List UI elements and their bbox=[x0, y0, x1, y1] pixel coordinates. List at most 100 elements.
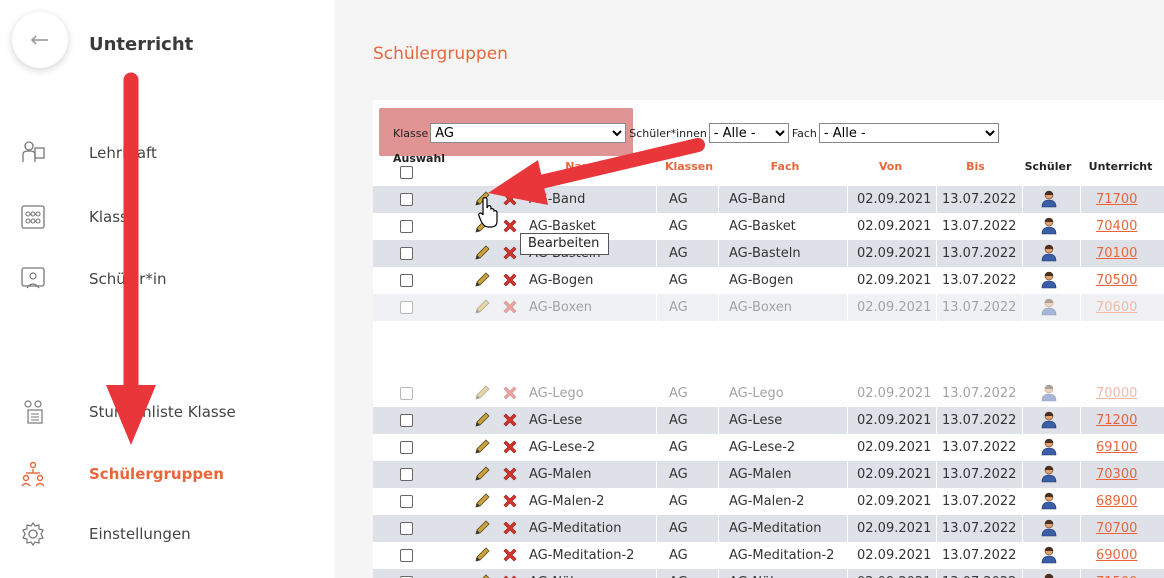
row-checkbox[interactable] bbox=[400, 301, 413, 314]
delete-x-icon[interactable] bbox=[501, 190, 519, 208]
sidebar-item-schuelergruppen[interactable]: Schülergruppen bbox=[0, 454, 335, 494]
row-checkbox[interactable] bbox=[400, 414, 413, 427]
row-checkbox[interactable] bbox=[400, 468, 413, 481]
edit-pencil-icon[interactable] bbox=[473, 519, 491, 537]
cell-unterricht-link[interactable]: 71700 bbox=[1096, 186, 1137, 213]
student-user-icon[interactable] bbox=[1040, 465, 1058, 483]
header-fach[interactable]: Fach bbox=[725, 160, 845, 173]
cell-unterricht-link[interactable]: 71200 bbox=[1096, 407, 1137, 434]
cell-klassen: AG bbox=[669, 440, 688, 455]
edit-pencil-icon[interactable] bbox=[473, 492, 491, 510]
edit-pencil-icon[interactable] bbox=[473, 298, 491, 316]
column-separator bbox=[847, 407, 848, 434]
back-button[interactable] bbox=[12, 12, 68, 68]
student-user-icon[interactable] bbox=[1040, 244, 1058, 262]
cell-unterricht-link[interactable]: 70700 bbox=[1096, 515, 1137, 542]
cell-klassen: AG bbox=[669, 467, 688, 482]
column-separator bbox=[1080, 461, 1081, 488]
delete-x-icon[interactable] bbox=[501, 244, 519, 262]
table-row: AG-Band AG AG-Band 02.09.2021 13.07.2022 7170… bbox=[373, 186, 1164, 213]
column-separator bbox=[718, 380, 719, 407]
delete-x-icon[interactable] bbox=[501, 465, 519, 483]
cell-unterricht-link[interactable]: 69000 bbox=[1096, 542, 1137, 569]
column-separator bbox=[847, 461, 848, 488]
fach-select[interactable]: - Alle - bbox=[818, 123, 999, 143]
edit-pencil-icon[interactable] bbox=[473, 384, 491, 402]
student-user-icon[interactable] bbox=[1040, 384, 1058, 402]
row-checkbox[interactable] bbox=[400, 220, 413, 233]
student-user-icon[interactable] bbox=[1040, 573, 1058, 578]
cell-unterricht-link[interactable]: 68900 bbox=[1096, 488, 1137, 515]
row-checkbox[interactable] bbox=[400, 274, 413, 287]
edit-pencil-icon[interactable] bbox=[473, 465, 491, 483]
row-checkbox[interactable] bbox=[400, 549, 413, 562]
cell-unterricht-link[interactable]: 70300 bbox=[1096, 461, 1137, 488]
schueler-select[interactable]: - Alle - bbox=[708, 123, 789, 143]
delete-x-icon[interactable] bbox=[501, 519, 519, 537]
row-checkbox[interactable] bbox=[400, 387, 413, 400]
edit-pencil-icon[interactable] bbox=[473, 438, 491, 456]
header-name[interactable]: Name bbox=[523, 160, 643, 173]
cell-von: 02.09.2021 bbox=[857, 192, 932, 207]
cell-klassen: AG bbox=[669, 386, 688, 401]
sidebar-item-stundenliste-klasse[interactable]: Stundenliste Klasse bbox=[0, 392, 335, 432]
row-checkbox[interactable] bbox=[400, 441, 413, 454]
cell-bis: 13.07.2022 bbox=[942, 219, 1017, 234]
sidebar-item-klasse[interactable]: Klasse bbox=[0, 197, 335, 237]
header-von[interactable]: Von bbox=[848, 160, 933, 173]
student-user-icon[interactable] bbox=[1040, 411, 1058, 429]
edit-pencil-icon[interactable] bbox=[473, 271, 491, 289]
row-checkbox[interactable] bbox=[400, 193, 413, 206]
cell-unterricht-link[interactable]: 70500 bbox=[1096, 267, 1137, 294]
sidebar-item-label: Klasse bbox=[89, 208, 138, 226]
column-separator bbox=[718, 294, 719, 321]
sidebar-item-schuelerin[interactable]: Schüler*in bbox=[0, 259, 335, 299]
column-separator bbox=[1080, 569, 1081, 578]
filter-bar: Klasse AG Schüler*innen - Alle - Fach - … bbox=[393, 122, 1002, 144]
delete-x-icon[interactable] bbox=[501, 217, 519, 235]
row-checkbox[interactable] bbox=[400, 495, 413, 508]
student-user-icon[interactable] bbox=[1040, 546, 1058, 564]
student-user-icon[interactable] bbox=[1040, 271, 1058, 289]
row-checkbox[interactable] bbox=[400, 247, 413, 260]
cell-unterricht-link[interactable]: 71500 bbox=[1096, 569, 1137, 578]
edit-pencil-icon[interactable] bbox=[473, 411, 491, 429]
cell-unterricht-link[interactable]: 70400 bbox=[1096, 213, 1137, 240]
delete-x-icon[interactable] bbox=[501, 546, 519, 564]
student-user-icon[interactable] bbox=[1040, 190, 1058, 208]
header-klassen[interactable]: Klassen bbox=[659, 160, 719, 173]
cell-unterricht-link[interactable]: 70000 bbox=[1096, 380, 1137, 407]
cell-bis: 13.07.2022 bbox=[942, 300, 1017, 315]
student-user-icon[interactable] bbox=[1040, 519, 1058, 537]
edit-pencil-icon[interactable] bbox=[473, 217, 491, 235]
student-user-icon[interactable] bbox=[1040, 438, 1058, 456]
cell-fach: AG-Meditation-2 bbox=[729, 548, 835, 563]
edit-pencil-icon[interactable] bbox=[473, 573, 491, 578]
cell-unterricht-link[interactable]: 70600 bbox=[1096, 294, 1137, 321]
delete-x-icon[interactable] bbox=[501, 384, 519, 402]
select-all-checkbox[interactable] bbox=[400, 166, 413, 179]
student-user-icon[interactable] bbox=[1040, 492, 1058, 510]
delete-x-icon[interactable] bbox=[501, 298, 519, 316]
sidebar-item-lehrkraft[interactable]: Lehrkraft bbox=[0, 133, 335, 173]
klasse-select[interactable]: AG bbox=[430, 123, 627, 143]
edit-pencil-icon[interactable] bbox=[473, 546, 491, 564]
student-user-icon[interactable] bbox=[1040, 217, 1058, 235]
delete-x-icon[interactable] bbox=[501, 492, 519, 510]
column-separator bbox=[1022, 380, 1023, 407]
row-checkbox[interactable] bbox=[400, 522, 413, 535]
delete-x-icon[interactable] bbox=[501, 438, 519, 456]
student-user-icon[interactable] bbox=[1040, 298, 1058, 316]
cell-klassen: AG bbox=[669, 219, 688, 234]
sidebar-item-einstellungen[interactable]: Einstellungen bbox=[0, 514, 335, 554]
cell-unterricht-link[interactable]: 69100 bbox=[1096, 434, 1137, 461]
cell-bis: 13.07.2022 bbox=[942, 246, 1017, 261]
edit-pencil-icon[interactable] bbox=[473, 190, 491, 208]
delete-x-icon[interactable] bbox=[501, 573, 519, 578]
table-row: AG-Meditation AG AG-Meditation 02.09.2021 13… bbox=[373, 515, 1164, 542]
cell-unterricht-link[interactable]: 70100 bbox=[1096, 240, 1137, 267]
delete-x-icon[interactable] bbox=[501, 411, 519, 429]
edit-pencil-icon[interactable] bbox=[473, 244, 491, 262]
delete-x-icon[interactable] bbox=[501, 271, 519, 289]
header-bis[interactable]: Bis bbox=[933, 160, 1018, 173]
